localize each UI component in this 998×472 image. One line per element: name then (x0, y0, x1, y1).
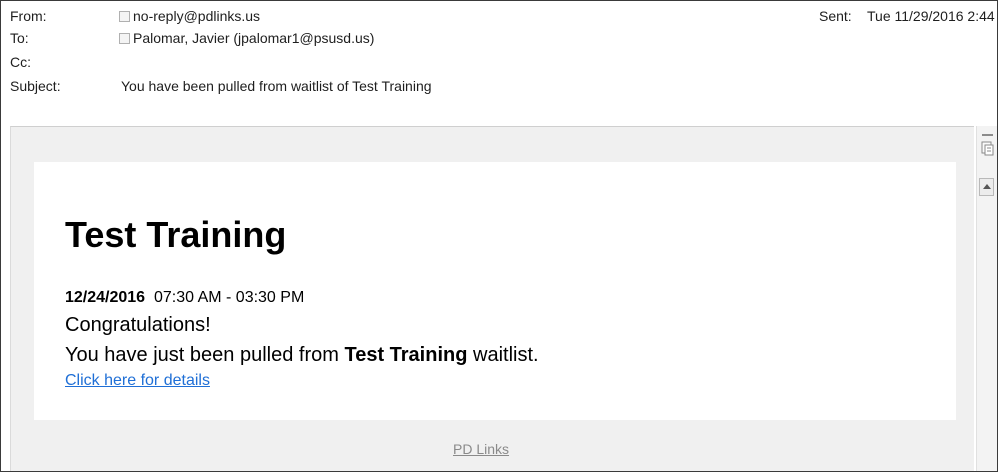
details-link[interactable]: Click here for details (65, 371, 210, 391)
to-value[interactable]: Palomar, Javier (jpalomar1@psusd.us) (133, 30, 374, 46)
subject-label: Subject: (10, 78, 61, 94)
vertical-scrollbar[interactable] (976, 126, 997, 471)
pulled-prefix: You have just been pulled from (65, 344, 339, 366)
message-body[interactable]: Test Training 12/24/2016 07:30 AM - 03:3… (10, 126, 974, 471)
pulled-training-name: Test Training (344, 344, 468, 366)
subject-value: You have been pulled from waitlist of Te… (121, 78, 432, 94)
sent-label: Sent: (819, 8, 852, 24)
cc-label: Cc: (10, 54, 31, 70)
email-header: From: no-reply@pdlinks.us Sent: Tue 11/29… (1, 1, 997, 126)
training-date: 12/24/2016 (65, 289, 146, 306)
pulled-message: You have just been pulled from Test Trai… (65, 342, 539, 368)
sent-value: Tue 11/29/2016 2:44 PM (867, 8, 997, 24)
scroll-up-arrow-icon[interactable] (979, 178, 994, 196)
training-schedule: 12/24/2016 07:30 AM - 03:30 PM (65, 288, 304, 308)
to-label: To: (10, 30, 29, 46)
congrats-text: Congratulations! (65, 314, 211, 336)
pulled-suffix: waitlist. (473, 344, 539, 366)
scrollbar-grip (982, 134, 993, 136)
pd-links-footer-link[interactable]: PD Links (453, 441, 509, 457)
from-address[interactable]: no-reply@pdlinks.us (119, 5, 260, 27)
from-value[interactable]: no-reply@pdlinks.us (133, 8, 260, 24)
to-address[interactable]: Palomar, Javier (jpalomar1@psusd.us) (119, 27, 374, 49)
contact-checkbox-icon (119, 33, 130, 44)
sent-row: Sent: Tue 11/29/2016 2:44 PM (819, 5, 997, 27)
training-time: 07:30 AM - 03:30 PM (153, 289, 305, 306)
page-view-icon[interactable] (981, 141, 994, 156)
contact-checkbox-icon (119, 11, 130, 22)
training-title: Test Training (65, 214, 287, 255)
from-label: From: (10, 8, 47, 24)
message-card: Test Training 12/24/2016 07:30 AM - 03:3… (34, 162, 956, 420)
email-window: From: no-reply@pdlinks.us Sent: Tue 11/29… (0, 0, 998, 472)
